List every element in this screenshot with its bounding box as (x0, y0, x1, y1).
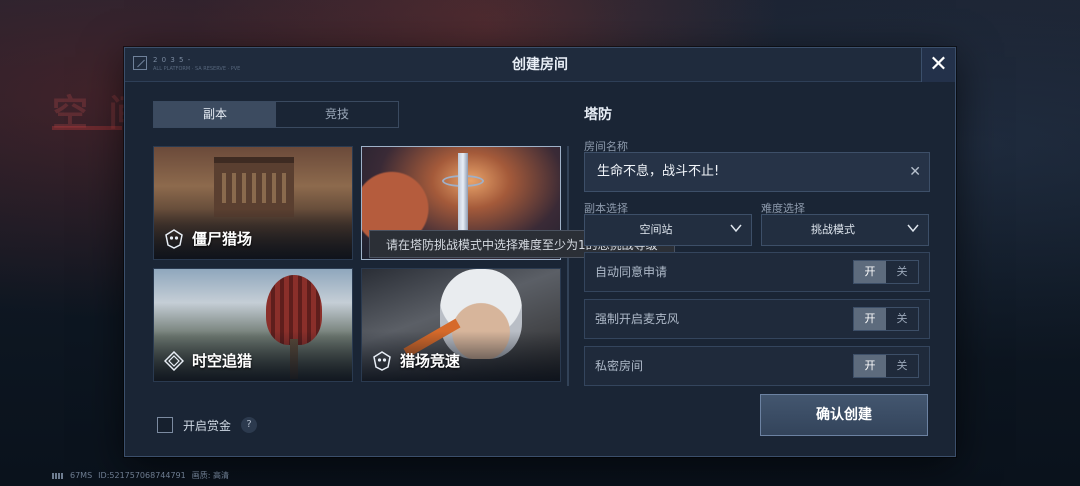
instance-select[interactable]: 空间站 (584, 214, 752, 246)
mode-card-spacetime-hunt[interactable]: 时空追猎 (153, 268, 353, 382)
row-label: 强制开启麦克风 (595, 312, 680, 326)
create-room-dialog: 2 0 3 5 - ALL PLATFORM · SA RESERVE · PV… (124, 47, 956, 457)
difficulty-value: 挑战模式 (811, 223, 855, 236)
toggle-on[interactable]: 开 (854, 355, 886, 377)
help-icon[interactable]: ? (241, 417, 258, 433)
bounty-option: 开启赏金 ? (157, 416, 258, 434)
private-room-row: 私密房间 开 关 (584, 346, 930, 386)
mode-label: 猎场竞速 (400, 352, 461, 370)
instance-value: 空间站 (639, 223, 673, 236)
toggle-off[interactable]: 关 (886, 261, 918, 283)
dialog-header: 2 0 3 5 - ALL PLATFORM · SA RESERVE · PV… (125, 48, 955, 82)
mode-title: 塔防 (584, 107, 612, 123)
room-name-value: 生命不息，战斗不止! (597, 164, 720, 179)
row-label: 自动同意申请 (595, 265, 668, 279)
mode-card-hunt-race[interactable]: 猎场竞速 (361, 268, 561, 382)
mode-tabs: 副本 竞技 (153, 101, 399, 128)
signal-icon (52, 472, 64, 479)
private-room-toggle: 开 关 (853, 354, 919, 378)
mask-icon (373, 351, 391, 371)
spiral-icon (164, 351, 184, 371)
grid-scrollbar[interactable] (567, 146, 569, 386)
auto-accept-row: 自动同意申请 开 关 (584, 252, 930, 292)
background-bar (52, 126, 122, 130)
toggle-off[interactable]: 关 (886, 355, 918, 377)
close-button[interactable]: ✕ (921, 48, 955, 82)
toggle-off[interactable]: 关 (886, 308, 918, 330)
chevron-down-icon (907, 224, 919, 233)
mode-label: 僵尸猎场 (192, 230, 253, 248)
close-icon: ✕ (929, 52, 948, 77)
room-name-input[interactable]: 生命不息，战斗不止! ✕ (584, 152, 930, 192)
room-settings-panel: 塔防 房间名称 生命不息，战斗不止! ✕ 副本选择 难度选择 空间站 挑战模式 … (584, 104, 930, 436)
tab-competitive[interactable]: 竞技 (276, 102, 398, 127)
status-footer: 67MS ID:521757068744791 画质: 高清 (52, 470, 229, 481)
chevron-down-icon (730, 224, 742, 233)
auto-accept-toggle: 开 关 (853, 260, 919, 284)
toggle-on[interactable]: 开 (854, 308, 886, 330)
difficulty-select[interactable]: 挑战模式 (761, 214, 929, 246)
mode-grid: 僵尸猎场 时空追猎 猎场竞速 (153, 146, 561, 382)
player-id: ID:521757068744791 (98, 471, 186, 480)
force-mic-row: 强制开启麦克风 开 关 (584, 299, 930, 339)
confirm-label: 确认创建 (816, 407, 872, 423)
confirm-create-button[interactable]: 确认创建 (760, 394, 928, 436)
row-label: 私密房间 (595, 359, 644, 373)
tab-instance[interactable]: 副本 (154, 102, 276, 127)
bounty-label: 开启赏金 (183, 418, 232, 433)
force-mic-toggle: 开 关 (853, 307, 919, 331)
ping-text: 67MS (70, 471, 93, 480)
mask-icon (165, 229, 183, 249)
quality-text: 画质: 高清 (191, 471, 229, 480)
bounty-checkbox[interactable] (157, 417, 173, 433)
dialog-title: 创建房间 (512, 57, 568, 73)
toggle-on[interactable]: 开 (854, 261, 886, 283)
mode-label: 时空追猎 (192, 352, 253, 370)
mode-card-zombie-hunt[interactable]: 僵尸猎场 (153, 146, 353, 260)
clear-icon[interactable]: ✕ (909, 153, 921, 191)
